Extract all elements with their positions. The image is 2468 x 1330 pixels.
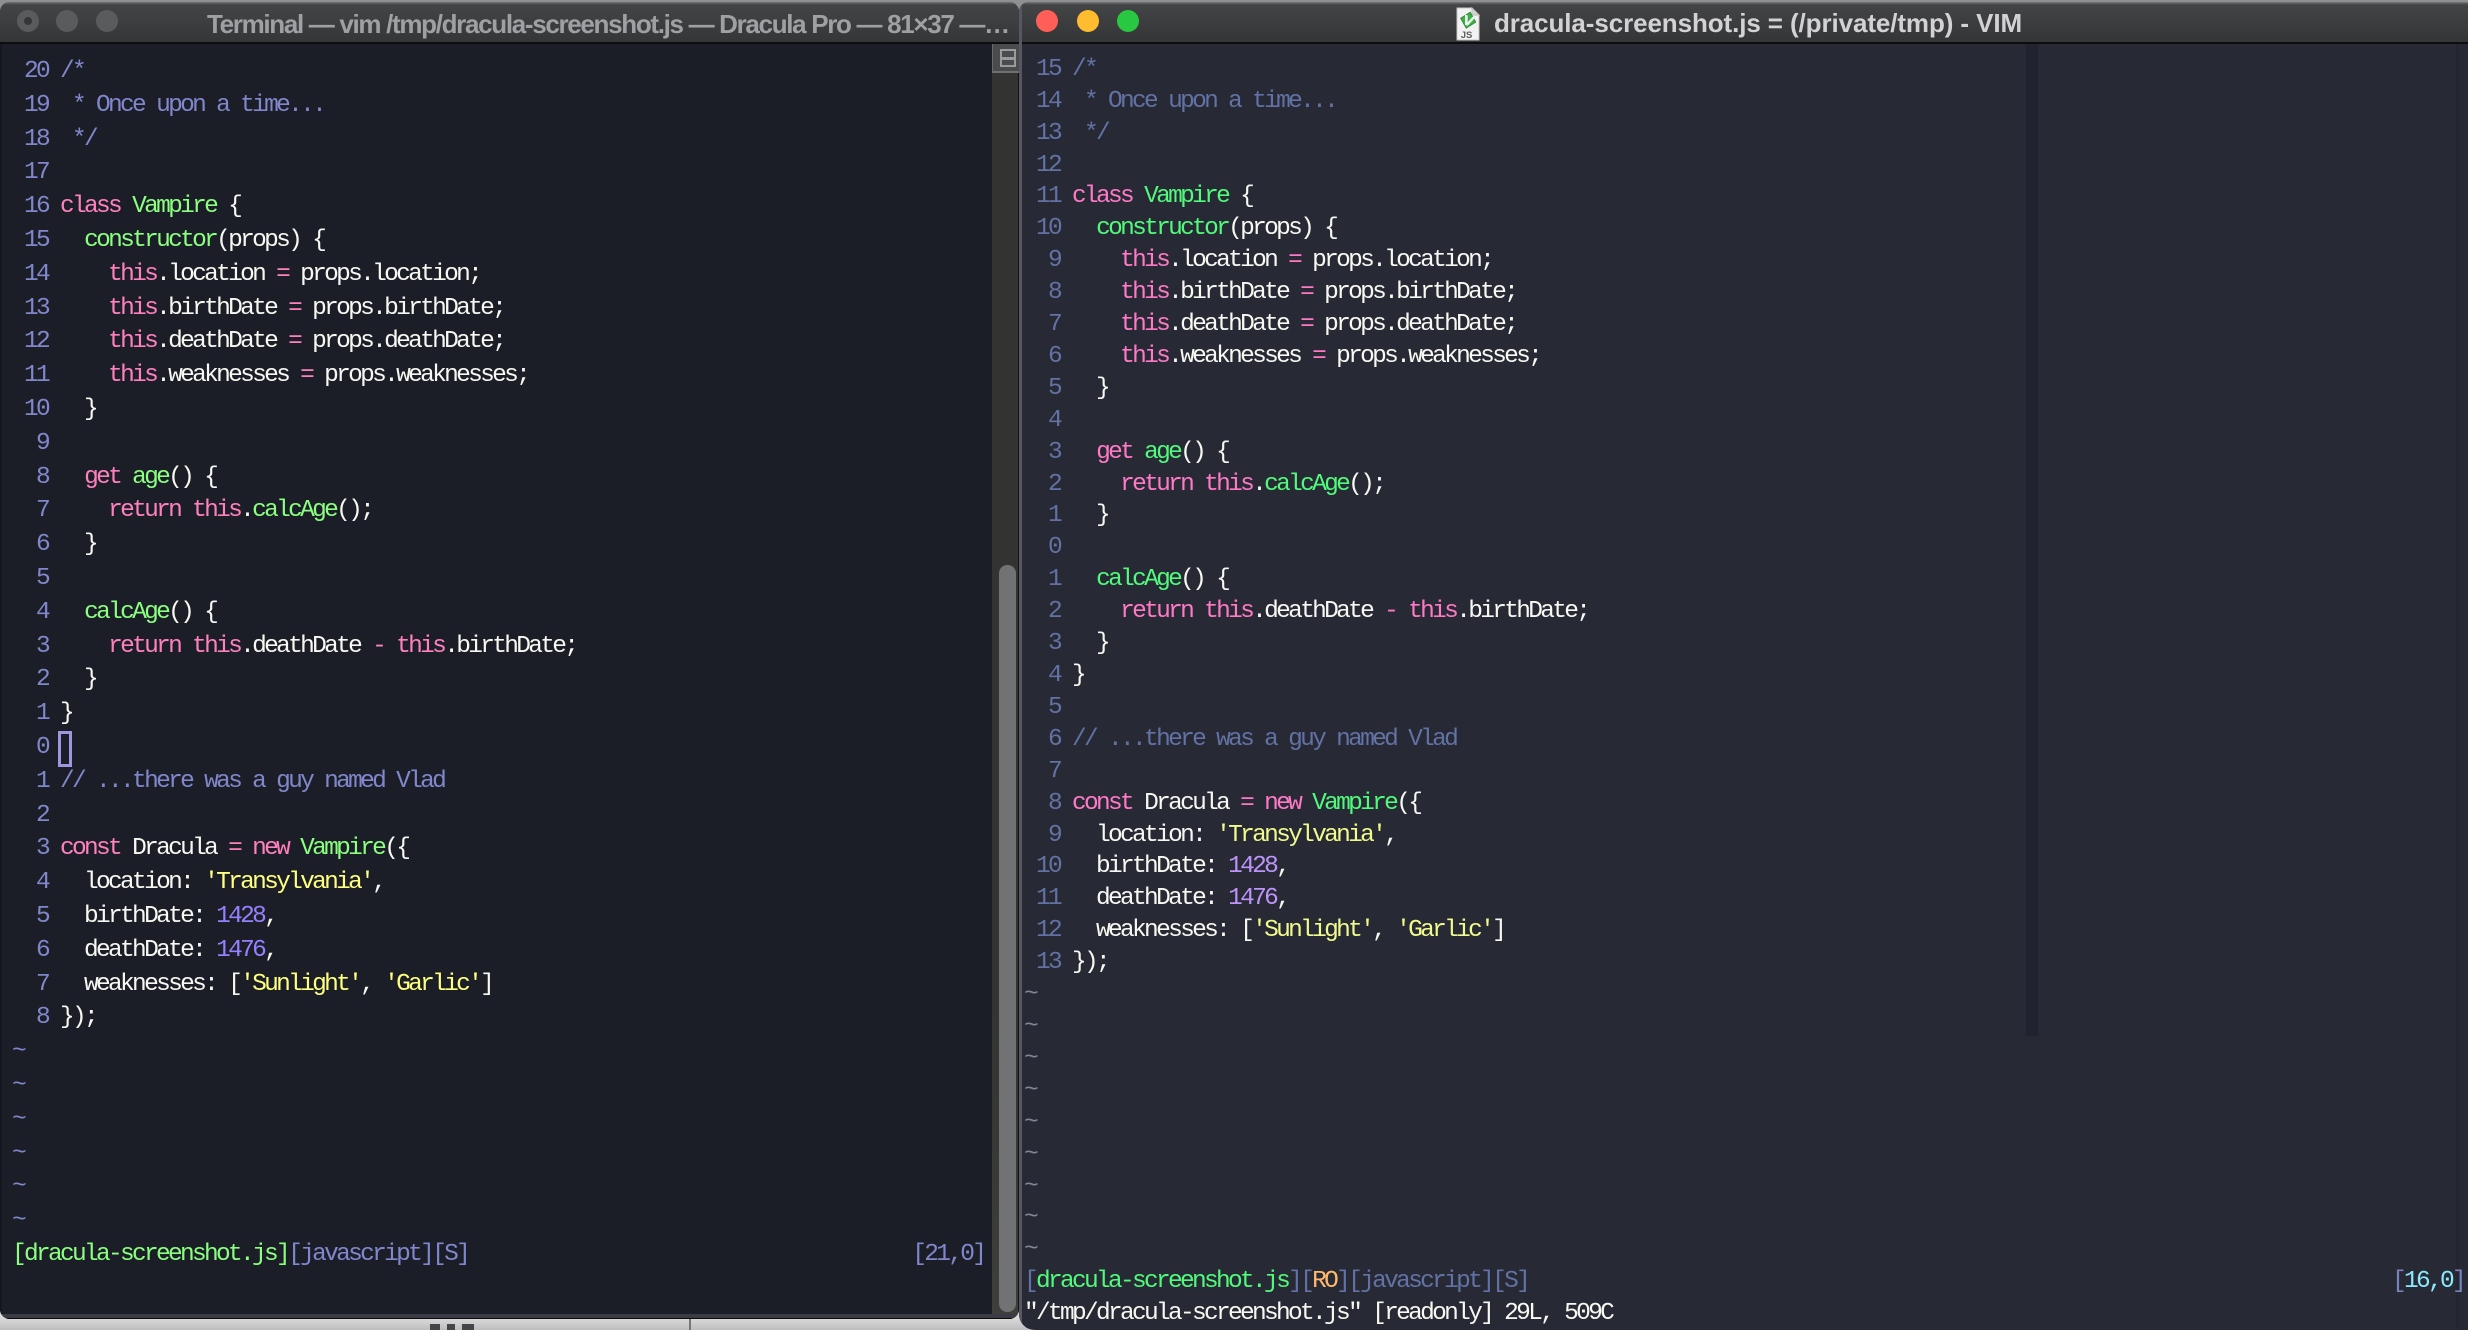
svg-text:JS: JS <box>1461 30 1473 41</box>
